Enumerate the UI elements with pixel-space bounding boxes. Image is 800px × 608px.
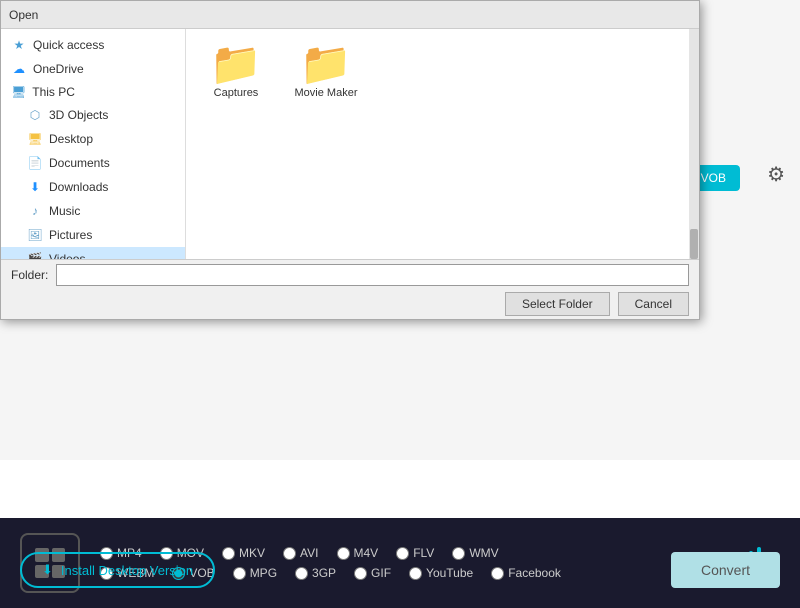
this-pc-icon: 🖥 — [11, 85, 26, 99]
download-icon: ⬇ — [42, 562, 53, 578]
3dobjects-icon: ⬡ — [27, 107, 43, 123]
nav-label-desktop: Desktop — [49, 132, 93, 146]
music-icon: ♪ — [27, 203, 43, 219]
nav-label-3dobjects: 3D Objects — [49, 108, 108, 122]
dialog-bottom: Folder: Select Folder Cancel — [1, 259, 699, 319]
file-dialog: Open ★ Quick access ☁ OneDrive 🖥 — [0, 0, 700, 320]
nav-item-documents[interactable]: 📄 Documents — [1, 151, 185, 175]
desktop-icon: 🖥 — [27, 131, 43, 147]
nav-label-downloads: Downloads — [49, 180, 108, 194]
format-facebook[interactable]: Facebook — [491, 566, 561, 580]
format-mkv[interactable]: MKV — [222, 546, 265, 560]
nav-sidebar: ★ Quick access ☁ OneDrive 🖥 This PC ⬡ 3D… — [1, 29, 186, 259]
format-avi[interactable]: AVI — [283, 546, 318, 560]
nav-label-this-pc: This PC — [32, 85, 75, 99]
nav-item-onedrive[interactable]: ☁ OneDrive — [1, 57, 185, 81]
folder-movie-maker[interactable]: 📁 Movie Maker — [286, 39, 366, 103]
cancel-button[interactable]: Cancel — [618, 292, 689, 316]
quick-access-icon: ★ — [11, 37, 27, 53]
nav-label-music: Music — [49, 204, 80, 218]
convert-button[interactable]: Convert — [671, 552, 780, 588]
format-mpg[interactable]: MPG — [233, 566, 277, 580]
folder-captures-icon: 📁 — [210, 43, 262, 85]
scrollbar-thumb[interactable] — [690, 229, 698, 259]
nav-item-pictures[interactable]: 🖼 Pictures — [1, 223, 185, 247]
onedrive-icon: ☁ — [11, 61, 27, 77]
format-3gp[interactable]: 3GP — [295, 566, 336, 580]
folder-input[interactable] — [56, 264, 689, 286]
format-m4v[interactable]: M4V — [337, 546, 379, 560]
folder-input-row: Folder: — [11, 264, 689, 286]
nav-label-quick-access: Quick access — [33, 38, 104, 52]
downloads-icon: ⬇ — [27, 179, 43, 195]
dialog-title: Open — [9, 8, 38, 22]
nav-item-desktop[interactable]: 🖥 Desktop — [1, 127, 185, 151]
folder-movie-maker-label: Movie Maker — [295, 87, 358, 99]
folder-captures-label: Captures — [214, 87, 259, 99]
documents-icon: 📄 — [27, 155, 43, 171]
nav-label-onedrive: OneDrive — [33, 62, 84, 76]
format-wmv[interactable]: WMV — [452, 546, 498, 560]
videos-icon: 🎬 — [27, 251, 43, 259]
nav-item-3dobjects[interactable]: ⬡ 3D Objects — [1, 103, 185, 127]
nav-item-quick-access[interactable]: ★ Quick access — [1, 33, 185, 57]
gear-button[interactable]: ⚙ — [767, 162, 785, 187]
nav-label-videos: Videos — [49, 252, 85, 259]
pictures-icon: 🖼 — [27, 227, 43, 243]
nav-this-pc[interactable]: 🖥 This PC — [1, 81, 185, 103]
vertical-scrollbar[interactable] — [689, 29, 699, 259]
format-youtube[interactable]: YouTube — [409, 566, 473, 580]
dialog-action-buttons: Select Folder Cancel — [11, 292, 689, 316]
folder-label: Folder: — [11, 268, 48, 282]
format-gif[interactable]: GIF — [354, 566, 391, 580]
nav-label-documents: Documents — [49, 156, 110, 170]
format-flv[interactable]: FLV — [396, 546, 434, 560]
install-button-label: Install Desktop Version — [61, 563, 193, 578]
nav-item-music[interactable]: ♪ Music — [1, 199, 185, 223]
folder-movie-maker-icon: 📁 — [300, 43, 352, 85]
select-folder-button[interactable]: Select Folder — [505, 292, 610, 316]
install-desktop-button[interactable]: ⬇ Install Desktop Version — [20, 552, 215, 588]
dialog-body: ★ Quick access ☁ OneDrive 🖥 This PC ⬡ 3D… — [1, 29, 699, 259]
file-area: 📁 Captures 📁 Movie Maker — [186, 29, 689, 259]
folder-captures[interactable]: 📁 Captures — [196, 39, 276, 103]
app-container: VOB ⚙ Open ★ Quick access ☁ OneDrive — [0, 0, 800, 608]
nav-item-videos[interactable]: 🎬 Videos — [1, 247, 185, 259]
nav-label-pictures: Pictures — [49, 228, 92, 242]
nav-item-downloads[interactable]: ⬇ Downloads — [1, 175, 185, 199]
dialog-title-bar: Open — [1, 1, 699, 29]
